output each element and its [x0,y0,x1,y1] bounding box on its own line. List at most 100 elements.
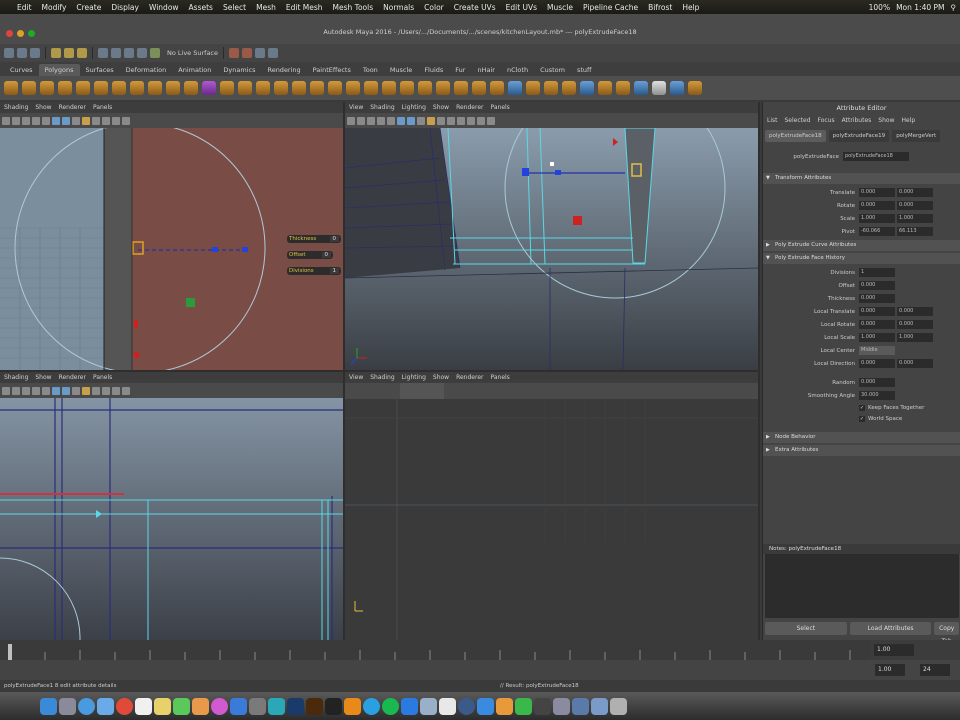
maya-icon[interactable] [268,697,285,715]
poly-pipe-icon[interactable] [148,81,162,95]
separate-icon[interactable] [238,81,252,95]
grid-icon[interactable] [42,116,50,125]
poly-helix-icon[interactable] [166,81,180,95]
ae-menu-focus[interactable]: Focus [818,117,835,124]
shelf-tab-toon[interactable]: Toon [357,64,384,76]
preview-icon[interactable] [420,697,437,715]
ao-icon[interactable] [487,116,495,125]
shelf-tab-stuff[interactable]: stuff [571,64,598,76]
grid-icon[interactable] [42,386,50,395]
battery-status[interactable]: 100% [869,3,890,12]
launchpad-icon[interactable] [59,697,76,715]
quicktime-icon[interactable] [458,697,475,715]
menu-bifrost[interactable]: Bifrost [643,3,677,12]
hud-thickness-value[interactable]: 0 [329,236,339,242]
offset-edge-loop-icon[interactable] [598,81,612,95]
save-scene-icon[interactable] [30,48,40,58]
shelf-tab-fur[interactable]: Fur [449,64,471,76]
panel-menu-lighting[interactable]: Lighting [402,104,426,111]
extrude-icon[interactable] [454,81,468,95]
screenshot-icon[interactable] [553,697,570,715]
attr-field[interactable]: 0.000 [897,320,933,329]
attr-field[interactable]: 1 [859,268,895,277]
attr-field[interactable]: 30.000 [859,391,895,400]
spotlight-icon[interactable]: ⚲ [951,3,957,12]
spotify-icon[interactable] [382,697,399,715]
dropbox-icon[interactable] [401,697,418,715]
image-plane-icon[interactable] [32,386,40,395]
boolean-union-icon[interactable] [274,81,288,95]
lights-icon[interactable] [82,116,90,125]
render-frame-icon[interactable] [229,48,240,58]
time-slider[interactable]: 1.00 [0,640,960,660]
attr-field[interactable]: 1.000 [897,333,933,342]
panel-side-view[interactable]: Shading Show Renderer Panels Thickness 0… [0,102,343,370]
panel-menu-renderer[interactable]: Renderer [456,374,483,381]
ae-menu-attributes[interactable]: Attributes [842,117,872,124]
quadrangulate-icon[interactable] [400,81,414,95]
front-viewport[interactable] [0,398,343,640]
shelf-tab-surfaces[interactable]: Surfaces [80,64,120,76]
image-plane-icon[interactable] [377,116,385,125]
snap-point-icon[interactable] [124,48,134,58]
poly-plane-icon[interactable] [76,81,90,95]
isolate-icon[interactable] [112,386,120,395]
menu-mesh[interactable]: Mesh [251,3,281,12]
section-face-history[interactable]: Poly Extrude Face History [763,253,960,264]
panel-menu-shading[interactable]: Shading [370,104,394,111]
local-center-dropdown[interactable]: Middle [859,346,895,355]
fill-hole-icon[interactable] [418,81,432,95]
boolean-intersect-icon[interactable] [310,81,324,95]
perspective-viewport[interactable] [345,128,758,370]
grid-icon[interactable] [387,116,395,125]
keep-faces-together-checkbox[interactable]: ✓ Keep Faces Together [763,402,960,413]
open-scene-icon[interactable] [17,48,27,58]
trash-icon[interactable] [610,697,627,715]
smooth-shade-icon[interactable] [62,116,70,125]
ae-menu-help[interactable]: Help [901,117,915,124]
menu-assets[interactable]: Assets [184,3,218,12]
ae-tab-extrude18[interactable]: polyExtrudeFace18 [765,130,826,142]
poly-soccer-icon[interactable] [184,81,198,95]
menu-pipeline-cache[interactable]: Pipeline Cache [578,3,643,12]
poly-torus-icon[interactable] [94,81,108,95]
shelf-tab-painteffects[interactable]: PaintEffects [307,64,357,76]
wireframe-icon[interactable] [52,116,60,125]
poly-platonic-icon[interactable] [202,81,216,95]
attr-field[interactable]: 0.000 [897,188,933,197]
wedge-icon[interactable] [544,81,558,95]
menu-modify[interactable]: Modify [37,3,72,12]
shelf-tab-rendering[interactable]: Rendering [261,64,306,76]
lock-camera-icon[interactable] [12,116,20,125]
panel-menu-lighting[interactable]: Lighting [402,374,426,381]
attr-field[interactable]: 0.000 [859,307,895,316]
attr-field[interactable]: 0.000 [859,378,895,387]
itunes-icon[interactable] [211,697,228,715]
append-polygon-icon[interactable] [436,81,450,95]
notes-icon[interactable] [154,697,171,715]
attr-field[interactable]: 0.000 [859,320,895,329]
numbers-icon[interactable] [515,697,532,715]
skype-icon[interactable] [363,697,380,715]
lock-camera-icon[interactable] [12,386,20,395]
pages-icon[interactable] [496,697,513,715]
menu-window[interactable]: Window [144,3,184,12]
target-weld-icon[interactable] [634,81,648,95]
attr-field[interactable]: 1.000 [859,214,895,223]
menu-create[interactable]: Create [71,3,106,12]
menu-display[interactable]: Display [106,3,144,12]
uv-editor-icon[interactable] [652,81,666,95]
wireframe-icon[interactable] [52,386,60,395]
insert-edge-loop-icon[interactable] [580,81,594,95]
terminal-icon[interactable] [325,697,342,715]
chrome-icon[interactable] [116,697,133,715]
smooth-shade-icon[interactable] [62,386,70,395]
photoshop-icon[interactable] [287,697,304,715]
automatic-map-icon[interactable] [688,81,702,95]
hud-icon[interactable] [477,116,485,125]
snap-curve-icon[interactable] [111,48,121,58]
copy-tab-button[interactable]: Copy Tab [934,622,959,645]
ipr-render-icon[interactable] [242,48,253,58]
shelf-tab-polygons[interactable]: Polygons [38,64,80,76]
panel-menu-renderer[interactable]: Renderer [456,104,483,111]
